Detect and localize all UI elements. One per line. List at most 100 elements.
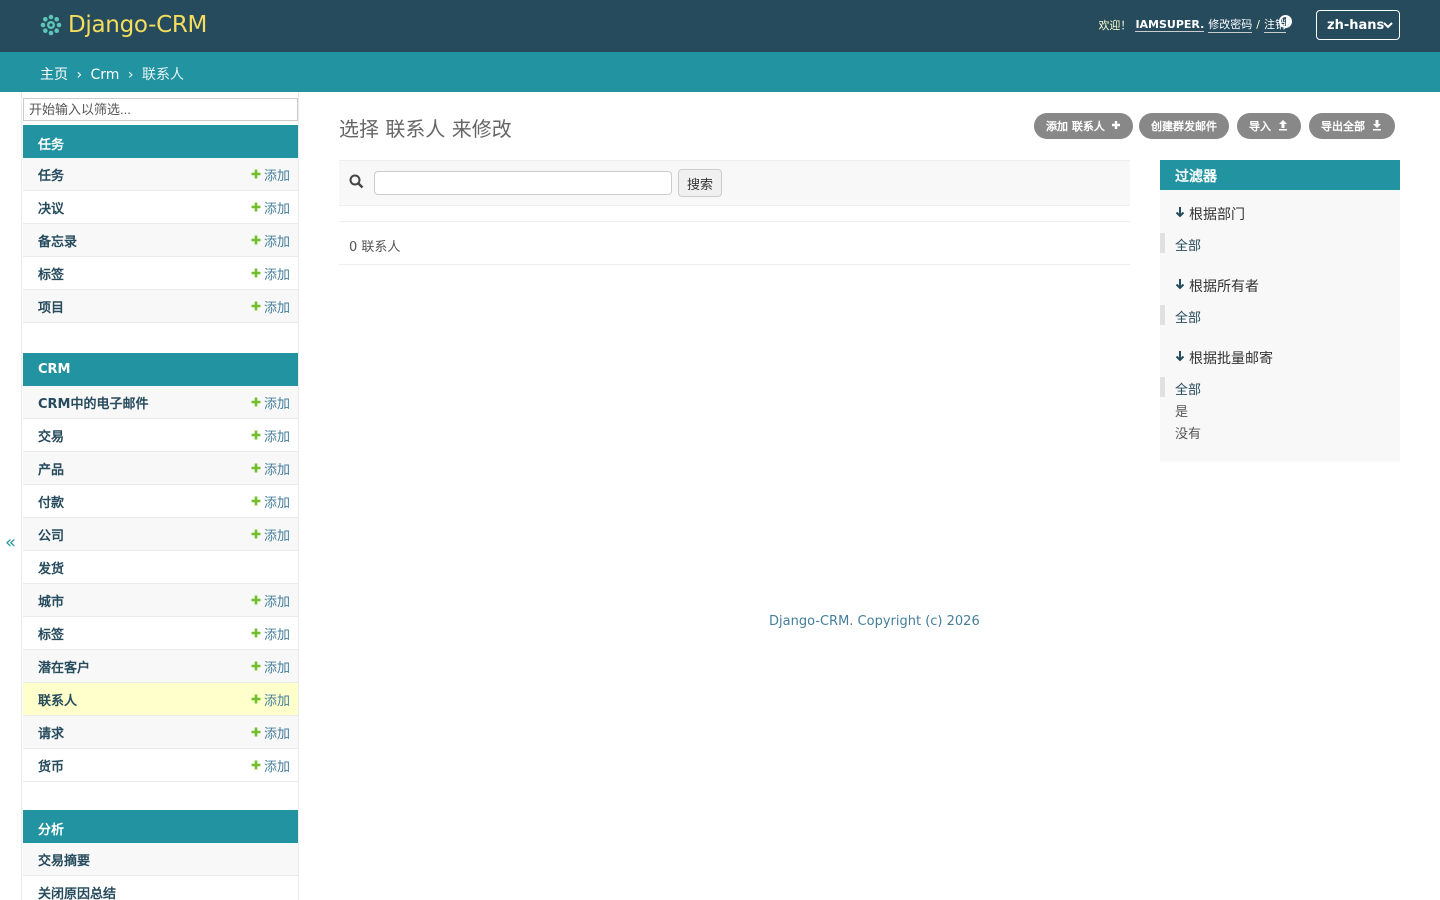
sidebar-item[interactable]: 潜在客户 添加 [23, 650, 298, 683]
filter-section-department[interactable]: 根据部门 [1175, 204, 1245, 224]
mass-mail-button[interactable]: 创建群发邮件 [1139, 113, 1229, 139]
sidebar-item[interactable]: 项目 添加 [23, 290, 298, 323]
sidebar-item[interactable]: 联系人 添加 [23, 683, 298, 716]
add-link[interactable]: 添加 [251, 165, 290, 184]
brand-title[interactable]: Django-CRM [68, 12, 207, 38]
add-link[interactable]: 添加 [251, 264, 290, 283]
filter-option-all[interactable]: 全部 [1159, 233, 1201, 254]
sidebar-item-label[interactable]: 请求 [38, 723, 64, 742]
sidebar-item[interactable]: 公司 添加 [23, 518, 298, 551]
add-label: 添加 [263, 201, 290, 217]
breadcrumb-home[interactable]: 主页 [40, 67, 68, 83]
sidebar-item-label[interactable]: 城市 [38, 591, 64, 610]
export-all-button[interactable]: 导出全部 [1309, 113, 1395, 139]
sidebar-item-label[interactable]: 关闭原因总结 [38, 883, 116, 900]
sidebar-item[interactable]: 任务 添加 [23, 158, 298, 191]
brand[interactable]: Django-CRM [40, 12, 207, 38]
sidebar-item[interactable]: 备忘录 添加 [23, 224, 298, 257]
add-label: 添加 [263, 594, 290, 610]
sidebar-item-label[interactable]: 决议 [38, 198, 64, 217]
add-link[interactable]: 添加 [251, 492, 290, 511]
module-tasks: 任务 任务 添加 决议 添加 备忘录 添加 标签 添加 项目 添加 [23, 125, 298, 323]
add-link[interactable]: 添加 [251, 624, 290, 643]
filter-section-mass-mail[interactable]: 根据批量邮寄 [1175, 348, 1273, 368]
add-contact-button[interactable]: 添加 联系人 [1034, 113, 1133, 139]
add-link[interactable]: 添加 [251, 393, 290, 412]
sidebar-item-label[interactable]: 项目 [38, 297, 64, 316]
username: IAMSUPER. [1135, 17, 1205, 32]
add-label: 添加 [263, 528, 290, 544]
sidebar-item-label[interactable]: 联系人 [38, 690, 77, 709]
filter-option-yes[interactable]: 是 [1175, 401, 1188, 420]
add-link[interactable]: 添加 [251, 198, 290, 217]
sidebar-item[interactable]: 产品 添加 [23, 452, 298, 485]
change-password-link[interactable]: 修改密码 [1208, 16, 1253, 33]
add-link[interactable]: 添加 [251, 231, 290, 250]
sidebar-item-label[interactable]: 公司 [38, 525, 64, 544]
sidebar-item-label[interactable]: 付款 [38, 492, 64, 511]
add-link[interactable]: 添加 [251, 657, 290, 676]
plus-icon [251, 459, 261, 477]
add-link[interactable]: 添加 [251, 297, 290, 316]
chevron-down-icon [1383, 18, 1393, 35]
separator: / [1256, 18, 1260, 31]
module-caption[interactable]: 分析 [23, 810, 298, 843]
sidebar-item-label[interactable]: 潜在客户 [38, 657, 90, 676]
sidebar-item-label[interactable]: 交易 [38, 426, 64, 445]
add-link[interactable]: 添加 [251, 426, 290, 445]
sidebar-item[interactable]: 标签 添加 [23, 617, 298, 650]
sidebar-item-label[interactable]: 交易摘要 [38, 850, 90, 869]
module-caption[interactable]: CRM [23, 353, 298, 386]
sidebar-item-label[interactable]: 标签 [38, 264, 64, 283]
breadcrumb-app[interactable]: Crm [91, 67, 120, 83]
sidebar-item[interactable]: 交易摘要 [23, 843, 298, 876]
add-label: 添加 [263, 660, 290, 676]
filter-option-all[interactable]: 全部 [1159, 305, 1201, 326]
import-button[interactable]: 导入 [1237, 113, 1301, 139]
plus-icon [251, 723, 261, 741]
search-input[interactable] [374, 171, 672, 195]
language-select[interactable]: zh-hans [1316, 10, 1400, 40]
sidebar-item[interactable]: 发货 [23, 551, 298, 584]
plus-icon [251, 492, 261, 510]
filter-section-owner[interactable]: 根据所有者 [1175, 276, 1259, 296]
add-link[interactable]: 添加 [251, 525, 290, 544]
footer-copyright: Django-CRM. Copyright (c) 2026 [769, 614, 980, 629]
sidebar-item[interactable]: 付款 添加 [23, 485, 298, 518]
plus-icon [251, 525, 261, 543]
plus-icon [251, 165, 261, 183]
sidebar-item-label[interactable]: 发货 [38, 558, 64, 577]
add-link[interactable]: 添加 [251, 756, 290, 775]
sidebar-filter-input[interactable] [23, 98, 298, 121]
sidebar-item[interactable]: 交易 添加 [23, 419, 298, 452]
sidebar-item[interactable]: 标签 添加 [23, 257, 298, 290]
sidebar-item-label[interactable]: 产品 [38, 459, 64, 478]
sidebar-item-label[interactable]: 备忘录 [38, 231, 77, 250]
theme-toggle-icon[interactable] [1279, 15, 1292, 28]
sidebar-item[interactable]: CRM中的电子邮件 添加 [23, 386, 298, 419]
filter-option-all[interactable]: 全部 [1159, 377, 1201, 398]
add-label: 添加 [263, 726, 290, 742]
search-button[interactable]: 搜索 [678, 169, 723, 197]
add-link[interactable]: 添加 [251, 459, 290, 478]
welcome-text: 欢迎！ [1098, 18, 1132, 32]
breadcrumb-separator: › [127, 67, 134, 83]
sidebar-item-label[interactable]: 货币 [38, 756, 64, 775]
breadcrumb: 主页 › Crm › 联系人 [0, 52, 1440, 92]
sidebar-item[interactable]: 决议 添加 [23, 191, 298, 224]
add-link[interactable]: 添加 [251, 723, 290, 742]
sidebar-item[interactable]: 关闭原因总结 [23, 876, 298, 900]
sidebar-item-label[interactable]: 标签 [38, 624, 64, 643]
sidebar-item-label[interactable]: CRM中的电子邮件 [38, 393, 149, 412]
collapse-sidebar-icon[interactable]: « [5, 532, 16, 553]
filter-option-no[interactable]: 没有 [1175, 423, 1201, 442]
add-link[interactable]: 添加 [251, 591, 290, 610]
module-caption[interactable]: 任务 [23, 125, 298, 158]
sidebar-item-label[interactable]: 任务 [38, 165, 64, 184]
sidebar-item[interactable]: 请求 添加 [23, 716, 298, 749]
sidebar-item[interactable]: 货币 添加 [23, 749, 298, 782]
sidebar-item[interactable]: 城市 添加 [23, 584, 298, 617]
add-link[interactable]: 添加 [251, 690, 290, 709]
add-label: 添加 [263, 267, 290, 283]
sidebar-toggle[interactable]: « [0, 92, 22, 900]
